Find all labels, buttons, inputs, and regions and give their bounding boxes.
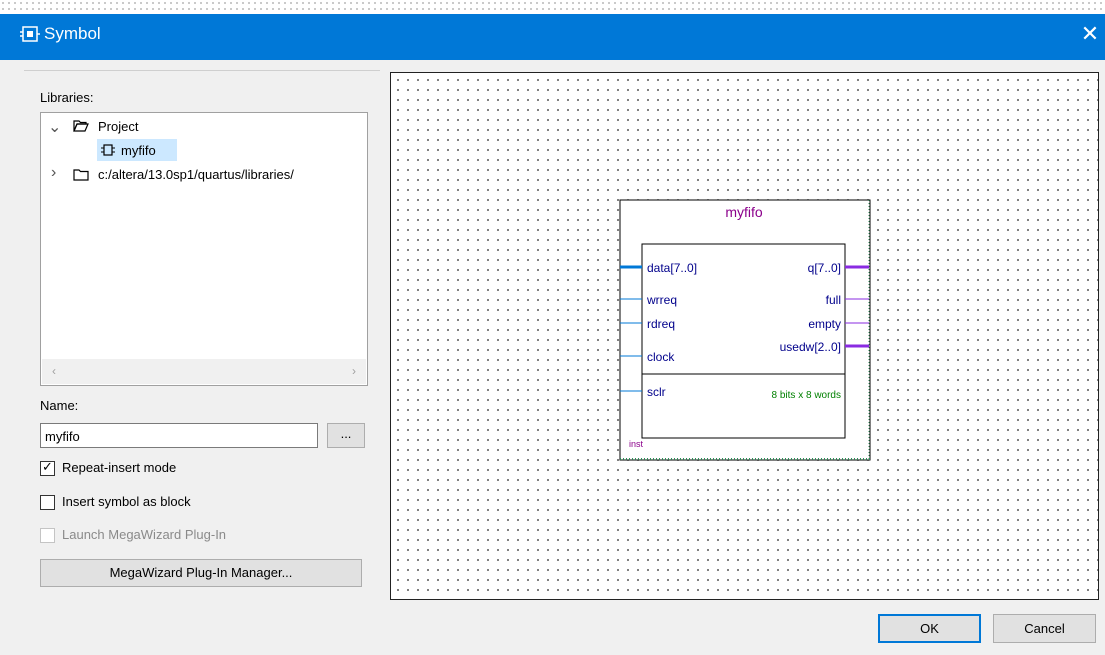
name-input[interactable]: myfifo [40,423,318,448]
symbol-title: myfifo [725,204,763,220]
browse-button[interactable]: ... [327,423,365,448]
label-full: full [826,293,841,307]
chevron-down-icon[interactable]: ⌄ [48,117,61,137]
tree-item-myfifo[interactable]: myfifo [121,140,156,162]
symbol-app-icon [20,26,40,42]
launch-megawizard-label: Launch MegaWizard Plug-In [62,527,227,542]
megawizard-manager-button[interactable]: MegaWizard Plug-In Manager... [40,559,362,587]
title-bar: Symbol ✕ [0,0,1105,60]
scroll-left-icon[interactable]: ‹ [46,363,62,379]
label-usedw: usedw[2..0] [780,340,841,354]
divider [24,70,380,71]
libraries-label: Libraries: [40,90,94,105]
label-empty: empty [808,317,841,331]
symbol-preview: myfifo data[7..0] wrreq rdreq clock sclr… [619,199,871,461]
tree-item-project[interactable]: Project [98,116,138,138]
chevron-right-icon[interactable]: › [51,164,56,182]
checkmark-icon: ✓ [42,459,53,474]
symbol-preview-canvas: myfifo data[7..0] wrreq rdreq clock sclr… [390,72,1099,600]
label-clock: clock [647,350,675,364]
folder-icon [73,169,89,181]
name-label: Name: [40,398,79,413]
horizontal-scrollbar[interactable]: ‹ › [42,359,366,384]
folder-open-icon [73,120,89,132]
scroll-right-icon[interactable]: › [346,363,362,379]
library-tree[interactable]: ⌄ Project myfifo › c:/altera/13.0sp1/qua… [40,112,368,386]
cancel-button[interactable]: Cancel [993,614,1096,643]
label-data: data[7..0] [647,261,697,275]
label-sclr: sclr [647,385,666,399]
label-rdreq: rdreq [647,317,675,331]
symbol-info: 8 bits x 8 words [772,390,841,401]
insert-block-checkbox[interactable] [40,495,55,510]
label-q: q[7..0] [808,261,841,275]
tree-item-libraries[interactable]: c:/altera/13.0sp1/quartus/libraries/ [98,164,294,186]
label-wrreq: wrreq [646,293,677,307]
ok-button[interactable]: OK [878,614,981,643]
title-dotted-strip [0,0,1105,14]
repeat-insert-label[interactable]: Repeat-insert mode [62,460,176,475]
symbol-dialog: Symbol ✕ Libraries: ⌄ Project myfifo › c… [0,0,1105,655]
instance-name: inst [629,439,644,449]
symbol-icon [101,144,115,156]
insert-block-label[interactable]: Insert symbol as block [62,494,191,509]
window-title: Symbol [44,24,101,43]
close-icon[interactable]: ✕ [1075,18,1105,50]
launch-megawizard-checkbox [40,528,55,543]
repeat-insert-checkbox[interactable]: ✓ [40,459,55,476]
